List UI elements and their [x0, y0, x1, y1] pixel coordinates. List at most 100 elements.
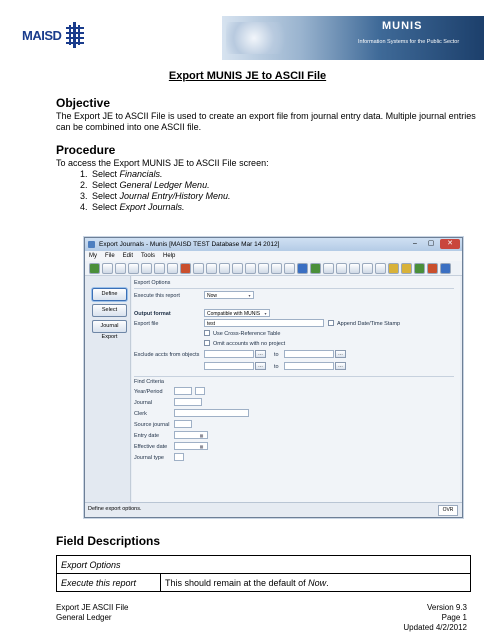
- maisd-logo: MAISD: [22, 22, 86, 48]
- menu-edit[interactable]: Edit: [123, 251, 133, 261]
- year-period-label: Year/Period: [134, 389, 163, 395]
- procedure-steps: Select Financials. Select General Ledger…: [56, 169, 476, 213]
- effective-date-input[interactable]: ▦: [174, 442, 208, 450]
- calendar-icon[interactable]: ▦: [197, 444, 206, 449]
- help-icon[interactable]: [440, 262, 451, 274]
- footer-left: Export JE ASCII File General Ledger: [56, 603, 128, 623]
- exclude-to-1-input[interactable]: [284, 350, 334, 358]
- use-xref-label: Use Cross-Reference Table: [213, 331, 281, 337]
- email-icon[interactable]: [336, 262, 347, 274]
- exclude-from-1-input[interactable]: [204, 350, 254, 358]
- source-journal-input[interactable]: [174, 420, 192, 428]
- find-criteria-group-label: Find Criteria: [134, 379, 164, 385]
- append-date-checkbox[interactable]: [328, 320, 334, 326]
- exclude-accts-label: Exclude accts from objects: [134, 352, 200, 358]
- update-icon[interactable]: [167, 262, 178, 274]
- excel-icon[interactable]: [310, 262, 321, 274]
- objective-text: The Export JE to ASCII File is used to c…: [56, 111, 476, 132]
- exclude-to-2-input[interactable]: [284, 362, 334, 370]
- execute-report-label: Execute this report: [134, 293, 180, 299]
- table-row: Execute this report This should remain a…: [56, 573, 471, 592]
- objective-heading: Objective: [56, 96, 111, 110]
- journal-label: Journal: [134, 400, 153, 406]
- period-input[interactable]: [195, 387, 205, 395]
- delete-icon[interactable]: [180, 262, 191, 274]
- window-title: Export Journals - Munis [MAISD TEST Data…: [99, 241, 280, 248]
- menu-tools[interactable]: Tools: [141, 251, 155, 261]
- tips-icon[interactable]: [414, 262, 425, 274]
- journal-input[interactable]: [174, 398, 202, 406]
- omit-accounts-checkbox[interactable]: [204, 340, 210, 346]
- app-icon: [88, 241, 95, 248]
- cancel-icon[interactable]: [102, 262, 113, 274]
- omit-accounts-label: Omit accounts with no project: [213, 341, 286, 347]
- last-record-icon[interactable]: [245, 262, 256, 274]
- source-journal-label: Source journal: [134, 422, 170, 428]
- maisd-emblem-icon: [66, 22, 85, 48]
- print-icon[interactable]: [258, 262, 269, 274]
- menu-my[interactable]: My: [89, 251, 97, 261]
- to-label: to: [274, 364, 279, 370]
- clerk-input[interactable]: [174, 409, 249, 417]
- exit-icon[interactable]: [427, 262, 438, 274]
- favorites-icon[interactable]: [401, 262, 412, 274]
- document-title: Export MUNIS JE to ASCII File: [168, 70, 327, 82]
- close-icon[interactable]: ✕: [440, 239, 460, 249]
- footer-doc-name: Export JE ASCII File: [56, 603, 129, 612]
- entry-date-label: Entry date: [134, 433, 160, 439]
- previous-record-icon[interactable]: [219, 262, 230, 274]
- add-icon[interactable]: [141, 262, 152, 274]
- use-xref-checkbox[interactable]: [204, 330, 210, 336]
- pdf-icon[interactable]: [284, 262, 295, 274]
- minimize-icon[interactable]: –: [408, 239, 422, 249]
- accept-icon[interactable]: [89, 262, 100, 274]
- footer-updated: Updated 4/2/2012: [403, 623, 467, 632]
- execute-report-select[interactable]: Now ▾: [204, 291, 254, 299]
- procedure-heading: Procedure: [56, 143, 116, 157]
- export-file-input[interactable]: test: [204, 319, 324, 327]
- calendar-icon[interactable]: ▦: [197, 433, 206, 438]
- export-options-group-label: Export Options: [134, 280, 171, 286]
- field-description-cell: This should remain at the default of Now…: [160, 573, 471, 592]
- preview-icon[interactable]: [271, 262, 282, 274]
- search-icon[interactable]: [154, 262, 165, 274]
- maisd-logo-text: MAISD: [22, 27, 62, 43]
- action-panel: Define Select Journal Export: [85, 276, 131, 502]
- exclude-from-2-input[interactable]: [204, 362, 254, 370]
- calendar-icon[interactable]: [375, 262, 386, 274]
- munis-banner: MUNIS Information Systems for the Public…: [222, 16, 484, 60]
- munis-logo-title: MUNIS: [382, 20, 423, 32]
- group-divider: [134, 288, 454, 289]
- notes-icon[interactable]: [362, 262, 373, 274]
- save-icon[interactable]: [323, 262, 334, 274]
- copy-icon[interactable]: [115, 262, 126, 274]
- output-format-select[interactable]: Compatible with MUNIS 4GL▾: [204, 309, 270, 325]
- table-section-cell: Export Options: [56, 555, 471, 574]
- lookup-button[interactable]: …: [335, 350, 346, 358]
- menu-file[interactable]: File: [105, 251, 115, 261]
- append-date-label: Append Date/Time Stamp: [337, 321, 401, 327]
- lookup-button[interactable]: …: [335, 362, 346, 370]
- select-button[interactable]: Select: [92, 304, 127, 317]
- journal-type-input[interactable]: [174, 453, 184, 461]
- menu-help[interactable]: Help: [163, 251, 175, 261]
- attach-icon[interactable]: [349, 262, 360, 274]
- journal-export-button[interactable]: Journal Export: [92, 320, 127, 340]
- entry-date-input[interactable]: ▦: [174, 431, 208, 439]
- next-record-icon[interactable]: [232, 262, 243, 274]
- year-input[interactable]: [174, 387, 192, 395]
- browse-icon[interactable]: [193, 262, 204, 274]
- maximize-icon[interactable]: ▢: [424, 239, 438, 249]
- first-record-icon[interactable]: [206, 262, 217, 274]
- export-journals-window: Export Journals - Munis [MAISD TEST Data…: [84, 237, 463, 518]
- chevron-down-icon: ▾: [248, 293, 251, 298]
- procedure-step: Select Journal Entry/History Menu.: [90, 191, 476, 202]
- word-icon[interactable]: [297, 262, 308, 274]
- define-button[interactable]: Define: [92, 288, 127, 301]
- lookup-button[interactable]: …: [255, 350, 266, 358]
- folder-icon[interactable]: [388, 262, 399, 274]
- status-bar: Define export options. OVR: [85, 502, 462, 517]
- paste-icon[interactable]: [128, 262, 139, 274]
- chevron-down-icon: ▾: [264, 311, 267, 316]
- lookup-button[interactable]: …: [255, 362, 266, 370]
